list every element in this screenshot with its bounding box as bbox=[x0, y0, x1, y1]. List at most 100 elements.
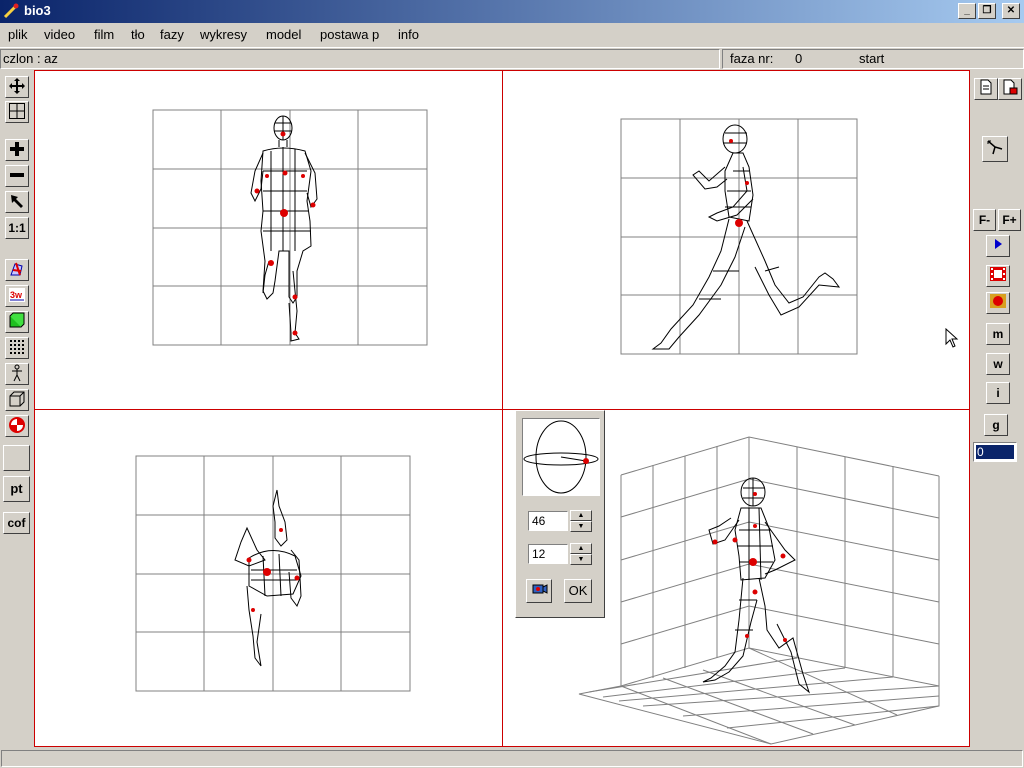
top-view-grid bbox=[135, 455, 411, 692]
azimuth-up-icon[interactable]: ▲ bbox=[570, 510, 592, 521]
surface-button[interactable] bbox=[5, 311, 29, 333]
record-dot-icon bbox=[990, 294, 1006, 308]
human-figure-icon bbox=[12, 364, 22, 382]
elevation-down-icon[interactable]: ▼ bbox=[570, 554, 592, 565]
orientation-sphere-icon bbox=[523, 420, 599, 494]
menu-postawa-p[interactable]: postawa p bbox=[320, 27, 379, 42]
grid-views-icon bbox=[9, 103, 25, 119]
mode-label: start bbox=[859, 51, 885, 66]
3d-logo-icon: 3w bbox=[9, 288, 25, 302]
azimuth-spinner[interactable]: ▲ ▼ bbox=[570, 510, 592, 532]
perspective-figure bbox=[702, 477, 811, 694]
ok-button[interactable]: OK bbox=[564, 579, 592, 603]
document-icon bbox=[980, 79, 992, 95]
pt-button[interactable]: pt bbox=[3, 476, 30, 502]
window-title: bio3 bbox=[24, 3, 51, 18]
dots-grid-button[interactable] bbox=[5, 337, 29, 359]
frame-input[interactable]: 0 bbox=[973, 442, 1017, 462]
mouse-cursor-icon bbox=[945, 328, 959, 348]
segment-label: czlon : az bbox=[3, 51, 58, 66]
zoom-in-button[interactable] bbox=[5, 139, 29, 161]
menu-film[interactable]: film bbox=[94, 27, 114, 42]
background-tool-button[interactable] bbox=[5, 259, 29, 281]
dot-grid-icon bbox=[10, 340, 24, 354]
segment-panel: czlon : az bbox=[0, 49, 720, 69]
record-button[interactable] bbox=[986, 292, 1010, 314]
menu-model[interactable]: model bbox=[266, 27, 301, 42]
m-button[interactable]: m bbox=[986, 323, 1010, 345]
move-arrows-icon bbox=[9, 78, 25, 94]
play-triangle-icon bbox=[995, 239, 1002, 249]
axes-tool-button[interactable] bbox=[982, 136, 1008, 162]
center-mass-button[interactable] bbox=[5, 415, 29, 437]
cube-icon bbox=[9, 391, 25, 407]
axes-icon bbox=[987, 140, 1003, 155]
title-bar: bio3 _ ❐ ✕ bbox=[0, 0, 1024, 23]
film-button[interactable] bbox=[986, 265, 1010, 287]
frame-back-button[interactable]: F- bbox=[973, 209, 996, 231]
camera-button[interactable] bbox=[526, 579, 552, 603]
view-canvas[interactable] bbox=[34, 70, 970, 747]
center-of-mass-icon bbox=[9, 417, 25, 433]
phase-label: faza nr: bbox=[730, 51, 774, 66]
blank-tool-button[interactable] bbox=[3, 445, 30, 471]
perspective-grid bbox=[578, 436, 940, 745]
menu-plik[interactable]: plik bbox=[8, 27, 28, 42]
document-save-icon bbox=[1003, 79, 1018, 95]
menu-bar: plik video film tło fazy wykresy model p… bbox=[0, 23, 1024, 48]
restore-button[interactable]: ❐ bbox=[978, 3, 996, 19]
front-view[interactable] bbox=[35, 71, 501, 408]
select-pointer-button[interactable] bbox=[5, 191, 29, 213]
phase-number: 0 bbox=[795, 51, 803, 66]
paint-tool-icon bbox=[10, 262, 23, 276]
side-view-grid bbox=[620, 118, 858, 355]
perspective-joint-markers bbox=[712, 492, 787, 642]
w-button[interactable]: w bbox=[986, 353, 1010, 375]
minimize-button[interactable]: _ bbox=[958, 3, 976, 19]
menu-wykresy[interactable]: wykresy bbox=[200, 27, 247, 42]
bottom-status-panel bbox=[1, 750, 1023, 767]
top-figure bbox=[234, 489, 302, 667]
menu-tlo[interactable]: tło bbox=[131, 27, 145, 42]
side-view[interactable] bbox=[503, 71, 969, 408]
menu-video[interactable]: video bbox=[44, 27, 75, 42]
top-view[interactable] bbox=[35, 410, 501, 747]
g-button[interactable]: g bbox=[984, 414, 1008, 436]
elevation-input[interactable]: 12 bbox=[528, 544, 568, 564]
i-button[interactable]: i bbox=[986, 382, 1010, 404]
new-document-button[interactable] bbox=[974, 78, 998, 100]
green-box-icon bbox=[9, 312, 25, 328]
minus-icon bbox=[10, 173, 24, 177]
pointer-arrow-icon bbox=[11, 195, 23, 208]
bottom-status-bar bbox=[0, 748, 1024, 768]
move-tool-button[interactable] bbox=[5, 76, 29, 98]
close-button[interactable]: ✕ bbox=[1002, 3, 1020, 19]
frame-input-value: 0 bbox=[976, 445, 1014, 459]
svg-text:3w: 3w bbox=[10, 290, 23, 300]
human-model-button[interactable] bbox=[5, 363, 29, 385]
status-bar: czlon : az faza nr: 0 start bbox=[0, 48, 1024, 70]
azimuth-input[interactable]: 46 bbox=[528, 511, 568, 531]
zoom-out-button[interactable] bbox=[5, 165, 29, 187]
wireframe-box-button[interactable] bbox=[5, 389, 29, 411]
elevation-up-icon[interactable]: ▲ bbox=[570, 543, 592, 554]
zoom-reset-button[interactable]: 1:1 bbox=[5, 217, 29, 239]
menu-fazy[interactable]: fazy bbox=[160, 27, 184, 42]
phase-panel: faza nr: 0 start bbox=[722, 49, 1024, 69]
menu-info[interactable]: info bbox=[398, 27, 419, 42]
elevation-spinner[interactable]: ▲ ▼ bbox=[570, 543, 592, 565]
app-icon bbox=[3, 3, 19, 19]
four-views-button[interactable] bbox=[5, 101, 29, 123]
plus-icon bbox=[10, 142, 24, 156]
azimuth-down-icon[interactable]: ▼ bbox=[570, 521, 592, 532]
view-angle-dialog: 46 ▲ ▼ 12 ▲ ▼ OK bbox=[515, 410, 605, 618]
3d-view-button[interactable]: 3w bbox=[5, 285, 29, 307]
frame-forward-button[interactable]: F+ bbox=[998, 209, 1021, 231]
film-strip-icon bbox=[990, 267, 1006, 281]
cof-button[interactable]: cof bbox=[3, 512, 30, 534]
front-view-grid bbox=[152, 109, 428, 346]
orientation-preview[interactable] bbox=[522, 418, 600, 496]
camera-icon bbox=[532, 584, 548, 594]
save-document-button[interactable] bbox=[998, 78, 1022, 100]
play-button[interactable] bbox=[986, 235, 1010, 257]
